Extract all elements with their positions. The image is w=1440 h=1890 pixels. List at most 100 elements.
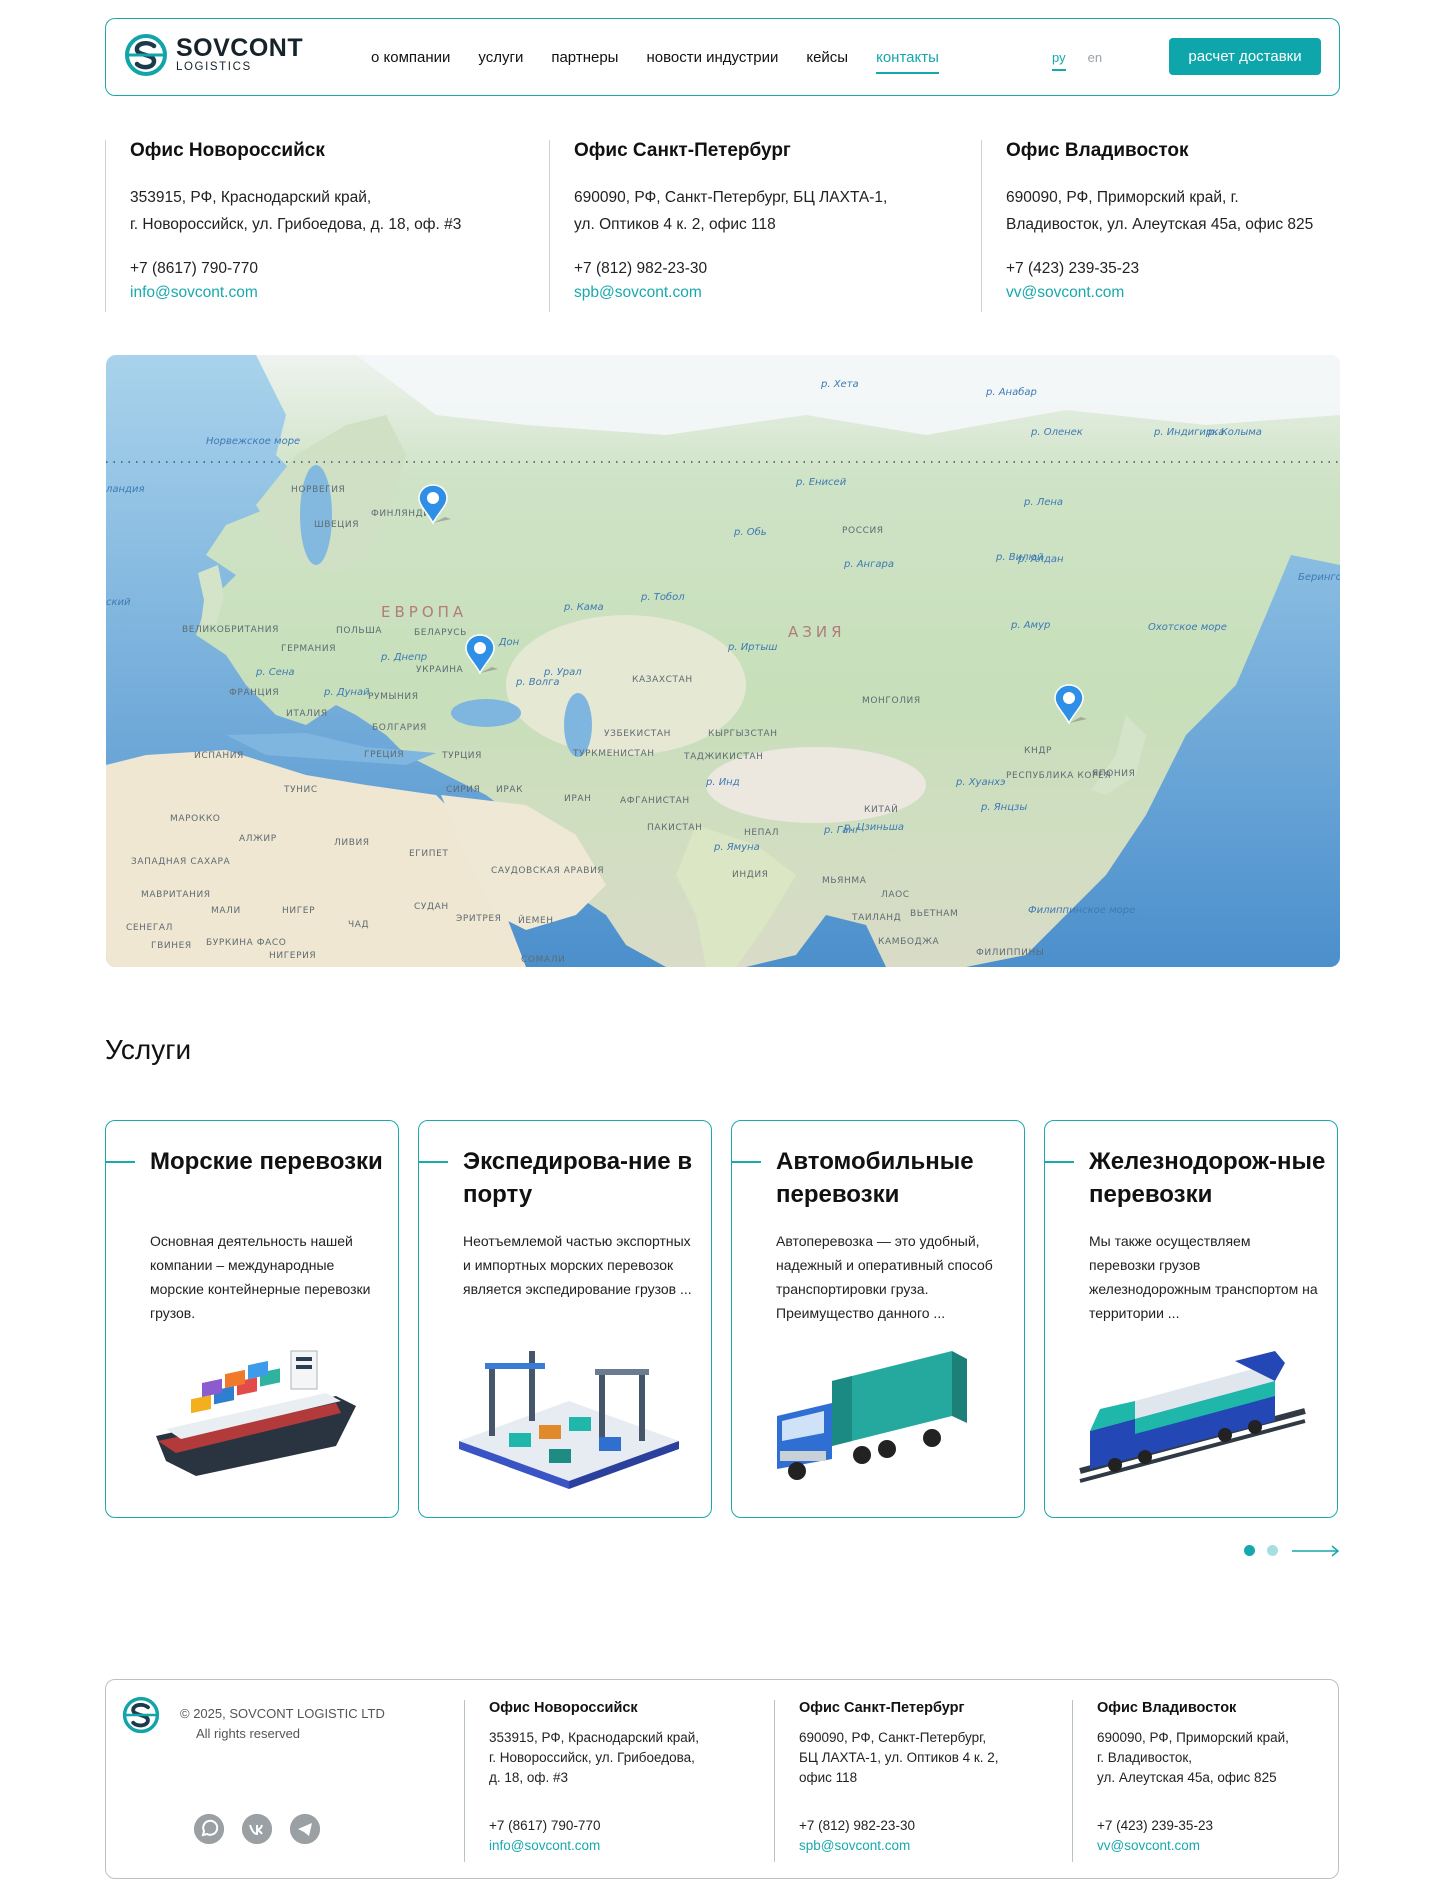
footer-address-line: ул. Алеутская 45а, офис 825 — [1097, 1770, 1277, 1785]
service-card-text: Автоперевозка — это удобный, надежный и … — [776, 1233, 993, 1321]
office-title: Офис Владивосток — [1006, 140, 1189, 161]
office-phone[interactable]: +7 (812) 982-23-30 — [574, 260, 979, 278]
lang-ru[interactable]: ру — [1052, 44, 1066, 71]
footer-email[interactable]: spb@sovcont.com — [799, 1838, 910, 1853]
card-accent-line — [105, 1161, 135, 1163]
nav-cases[interactable]: кейсы — [806, 41, 848, 74]
nav-news[interactable]: новости индустрии — [646, 41, 778, 74]
office-address-line: 690090, РФ, Санкт-Петербург, БЦ ЛАХТА-1, — [574, 189, 888, 206]
footer-address-line: БЦ ЛАХТА-1, ул. Оптиков 4 к. 2, — [799, 1750, 999, 1765]
office-address-line: 690090, РФ, Приморский край, г. — [1006, 189, 1239, 206]
vk-icon[interactable] — [242, 1814, 272, 1844]
service-card-text: Основная деятельность нашей компании – м… — [150, 1233, 371, 1321]
logo-mark-icon — [125, 34, 167, 76]
service-card-title: Экспедирова-ние в порту — [463, 1148, 693, 1208]
offices-map[interactable]: ЕВРОПА АЗИЯ НОРВЕГИЯ ШВЕЦИЯ ФИНЛЯНДИЯ РО… — [106, 355, 1340, 967]
ship-icon — [156, 1350, 356, 1476]
language-switcher: ру en — [1052, 19, 1124, 95]
country-label: СУДАН — [414, 902, 449, 912]
country-label: ШВЕЦИЯ — [314, 520, 359, 530]
footer-office-vladivostok: Офис Владивосток 690090, РФ, Приморский … — [1072, 1700, 1334, 1862]
river-label: р. Сена — [255, 667, 295, 678]
map-canvas: ЕВРОПА АЗИЯ НОРВЕГИЯ ШВЕЦИЯ ФИНЛЯНДИЯ РО… — [106, 355, 1340, 967]
office-phone[interactable]: +7 (423) 239-35-23 — [1006, 260, 1341, 278]
river-label: р. Кама — [563, 602, 604, 613]
country-label: СИРИЯ — [446, 785, 480, 795]
region-label: ЕВРОПА — [381, 603, 467, 621]
river-label: р. Енисей — [795, 477, 847, 488]
pagination-dot-active[interactable] — [1244, 1545, 1255, 1556]
service-card-sea[interactable]: Морские перевозки Основная деятельность … — [105, 1120, 399, 1518]
footer-email[interactable]: vv@sovcont.com — [1097, 1838, 1200, 1853]
footer-address-line: г. Новороссийск, ул. Грибоедова, — [489, 1750, 695, 1765]
brand-subtitle: LOGISTICS — [176, 61, 252, 74]
baltic-sea — [300, 465, 332, 565]
office-spb: Офис Санкт-Петербург 690090, РФ, Санкт-П… — [549, 140, 979, 312]
country-label: ТУНИС — [283, 785, 318, 795]
office-address-line: Владивосток, ул. Алеутская 45а, офис 825 — [1006, 216, 1314, 233]
lang-en[interactable]: en — [1088, 44, 1102, 71]
country-label: КНДР — [1024, 746, 1052, 756]
country-label: ГРЕЦИЯ — [364, 750, 404, 760]
country-label: ИНДИЯ — [732, 870, 769, 880]
footer-office-title: Офис Санкт-Петербург — [799, 1700, 965, 1716]
footer-email[interactable]: info@sovcont.com — [489, 1838, 600, 1853]
river-label: р. Тобол — [640, 591, 685, 603]
river-label: р. Хуанхэ — [955, 777, 1006, 788]
country-label: УЗБЕКИСТАН — [604, 729, 671, 739]
footer-logo-icon[interactable] — [122, 1696, 160, 1734]
whatsapp-icon[interactable] — [194, 1814, 224, 1844]
sea-label: ский — [106, 597, 131, 608]
office-email[interactable]: info@sovcont.com — [130, 284, 545, 302]
service-card-rail[interactable]: Железнодорож-ные перевозки Мы также осущ… — [1044, 1120, 1338, 1518]
river-label: р. Анабар — [985, 386, 1037, 398]
nav-about[interactable]: о компании — [371, 41, 450, 74]
office-email[interactable]: spb@sovcont.com — [574, 284, 979, 302]
country-label: РОССИЯ — [842, 526, 884, 536]
site-footer: © 2025, SOVCONT LOGISTIC LTD All rights … — [105, 1679, 1339, 1879]
office-phone[interactable]: +7 (8617) 790-770 — [130, 260, 545, 278]
arrow-right-icon[interactable] — [1292, 1545, 1340, 1557]
logo[interactable]: SOVCONT LOGISTICS — [124, 31, 303, 79]
country-label: ЛИВИЯ — [334, 838, 370, 848]
country-label: ФРАНЦИЯ — [229, 688, 279, 698]
black-sea — [451, 699, 521, 727]
river-label: р. Янцзы — [980, 802, 1027, 813]
office-address-line: 353915, РФ, Краснодарский край, — [130, 189, 372, 206]
footer-address-line: 690090, РФ, Приморский край, — [1097, 1730, 1289, 1745]
service-card-auto[interactable]: Автомобильные перевозки Автоперевозка — … — [731, 1120, 1025, 1518]
country-label: БЕЛАРУСЬ — [414, 628, 467, 638]
country-label: БОЛГАРИЯ — [372, 723, 427, 733]
pagination-dot[interactable] — [1267, 1545, 1278, 1556]
footer-phone[interactable]: +7 (423) 239-35-23 — [1097, 1818, 1213, 1833]
country-label: МЬЯНМА — [822, 876, 867, 886]
footer-address-line: 690090, РФ, Санкт-Петербург, — [799, 1730, 987, 1745]
river-label: р. Хета — [820, 379, 859, 390]
river-label: р. Обь — [733, 526, 767, 538]
country-label: ФИЛИППИНЫ — [976, 948, 1044, 958]
country-label: ИСПАНИЯ — [194, 751, 244, 761]
country-label: ЙЕМЕН — [518, 914, 554, 926]
country-label: АЛЖИР — [239, 834, 277, 844]
country-label: ТАИЛАНД — [851, 913, 901, 923]
nav-services[interactable]: услуги — [478, 41, 523, 74]
river-label: р. Иртыш — [727, 642, 777, 653]
sea-label: Охотское море — [1148, 622, 1227, 633]
nav-partners[interactable]: партнеры — [551, 41, 618, 74]
footer-phone[interactable]: +7 (8617) 790-770 — [489, 1818, 600, 1833]
country-label: ВЬЕТНАМ — [910, 909, 958, 919]
footer-phone[interactable]: +7 (812) 982-23-30 — [799, 1818, 915, 1833]
telegram-icon[interactable] — [290, 1814, 320, 1844]
country-label: ЛАОС — [881, 890, 910, 900]
nav-contacts[interactable]: контакты — [876, 41, 939, 74]
rights-reserved: All rights reserved — [196, 1726, 301, 1741]
services-title: Услуги — [105, 1034, 192, 1065]
service-card-port[interactable]: Экспедирова-ние в порту Неотъемлемой час… — [418, 1120, 712, 1518]
office-email[interactable]: vv@sovcont.com — [1006, 284, 1341, 302]
delivery-calc-button[interactable]: расчет доставки — [1169, 38, 1321, 75]
country-label: ИТАЛИЯ — [286, 709, 328, 719]
footer-address-line: офис 118 — [799, 1770, 858, 1785]
footer-address-line: д. 18, оф. #3 — [489, 1770, 569, 1785]
river-label: р. Лена — [1023, 497, 1063, 508]
country-label: ТАДЖИКИСТАН — [683, 752, 764, 762]
